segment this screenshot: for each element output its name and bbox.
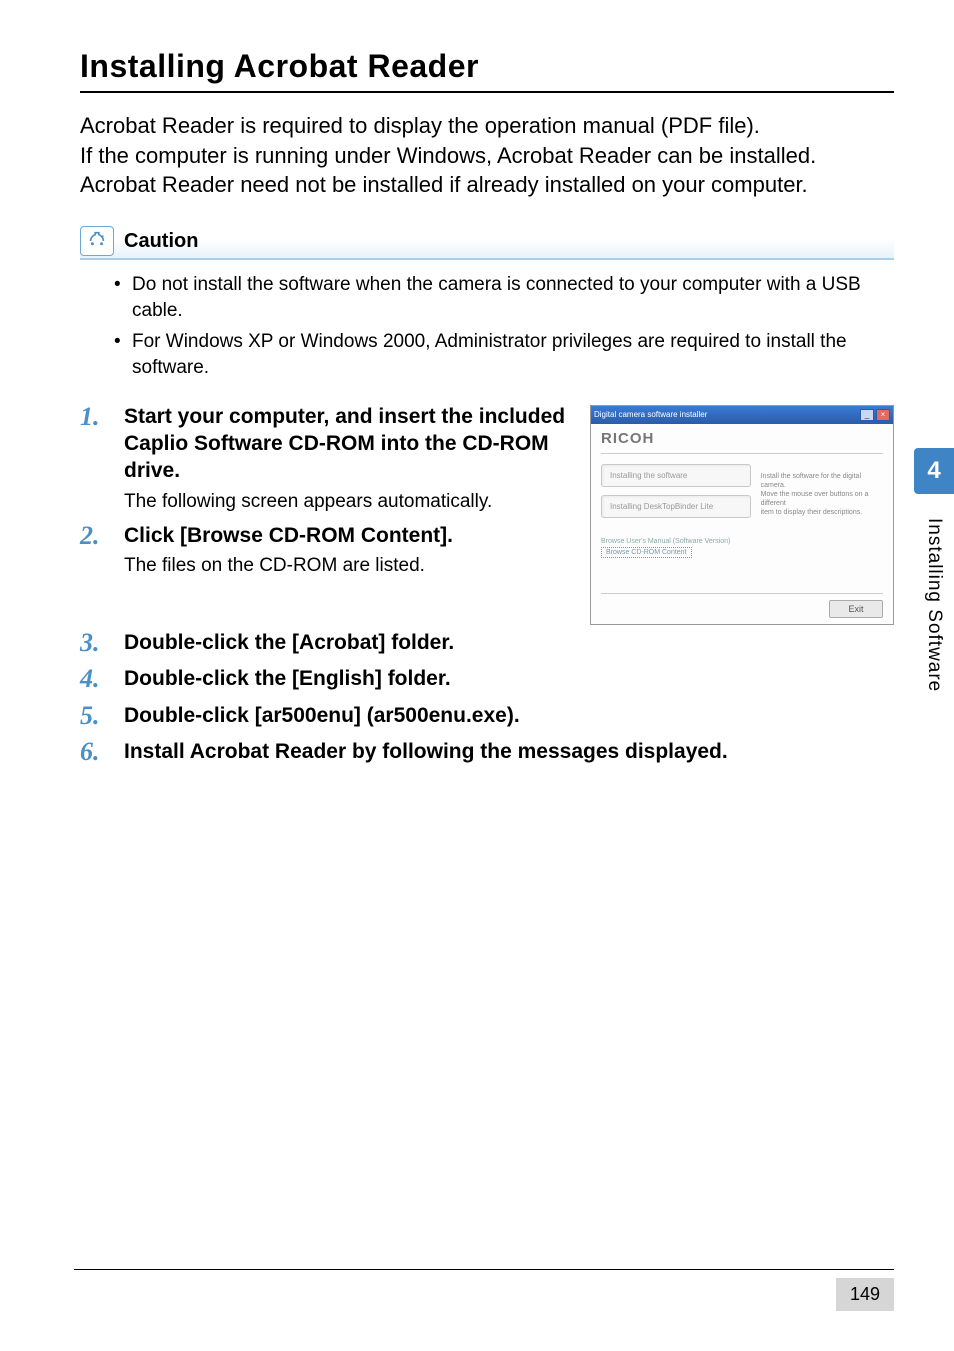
step-title: Start your computer, and insert the incl… <box>124 403 570 485</box>
browse-manual-link[interactable]: Browse User's Manual (Software Version) <box>601 538 751 545</box>
step-desc: The following screen appears automatical… <box>124 489 570 515</box>
page-title: Installing Acrobat Reader <box>80 48 894 93</box>
exit-button[interactable]: Exit <box>829 600 883 618</box>
installer-screenshot: Digital camera software installer _ × RI… <box>590 405 894 625</box>
step-title: Double-click the [English] folder. <box>124 665 894 692</box>
installer-logo: RICOH <box>601 430 883 447</box>
step: 1. Start your computer, and insert the i… <box>80 403 570 515</box>
close-icon[interactable]: × <box>876 409 890 421</box>
caution-icon <box>80 226 114 256</box>
chapter-title: Installing Software <box>923 518 945 692</box>
step-desc: The files on the CD-ROM are listed. <box>124 553 570 579</box>
step-title: Double-click the [Acrobat] folder. <box>124 629 894 656</box>
install-software-button[interactable]: Installing the software <box>601 464 751 487</box>
window-title: Digital camera software installer <box>594 410 707 419</box>
caution-header: Caution <box>80 226 894 260</box>
step: 6. Install Acrobat Reader by following t… <box>80 738 894 767</box>
caution-label: Caution <box>124 230 198 253</box>
step: 2. Click [Browse CD-ROM Content]. The fi… <box>80 522 570 579</box>
caution-list: Do not install the software when the cam… <box>80 272 894 381</box>
step-number: 6. <box>80 738 124 767</box>
step-number: 3. <box>80 629 124 658</box>
page-number: 149 <box>836 1278 894 1311</box>
step-title: Install Acrobat Reader by following the … <box>124 738 894 765</box>
divider <box>601 453 883 454</box>
step-number: 2. <box>80 522 124 579</box>
chapter-tab: 4 Installing Software <box>914 448 954 692</box>
step-number: 4. <box>80 665 124 694</box>
caution-item: For Windows XP or Windows 2000, Administ… <box>132 329 894 380</box>
page-footer: 149 <box>74 1269 894 1311</box>
window-titlebar: Digital camera software installer _ × <box>591 406 893 424</box>
step-title: Click [Browse CD-ROM Content]. <box>124 522 570 549</box>
steps-list-continued: 3. Double-click the [Acrobat] folder. 4.… <box>80 629 894 767</box>
footer-rule <box>74 1269 894 1270</box>
install-desktopbinder-button[interactable]: Installing DeskTopBinder Lite <box>601 495 751 518</box>
step-number: 5. <box>80 702 124 731</box>
step-title: Double-click [ar500enu] (ar500enu.exe). <box>124 702 894 729</box>
step: 3. Double-click the [Acrobat] folder. <box>80 629 894 658</box>
intro-paragraph: Acrobat Reader is required to display th… <box>80 111 894 200</box>
step-number: 1. <box>80 403 124 515</box>
minimize-icon[interactable]: _ <box>860 409 874 421</box>
caution-item: Do not install the software when the cam… <box>132 272 894 323</box>
step: 4. Double-click the [English] folder. <box>80 665 894 694</box>
steps-list: 1. Start your computer, and insert the i… <box>80 403 570 587</box>
chapter-number: 4 <box>914 448 954 494</box>
step: 5. Double-click [ar500enu] (ar500enu.exe… <box>80 702 894 731</box>
installer-description: Install the software for the digital cam… <box>761 464 883 560</box>
browse-cdrom-link[interactable]: Browse CD-ROM Content <box>601 547 692 558</box>
